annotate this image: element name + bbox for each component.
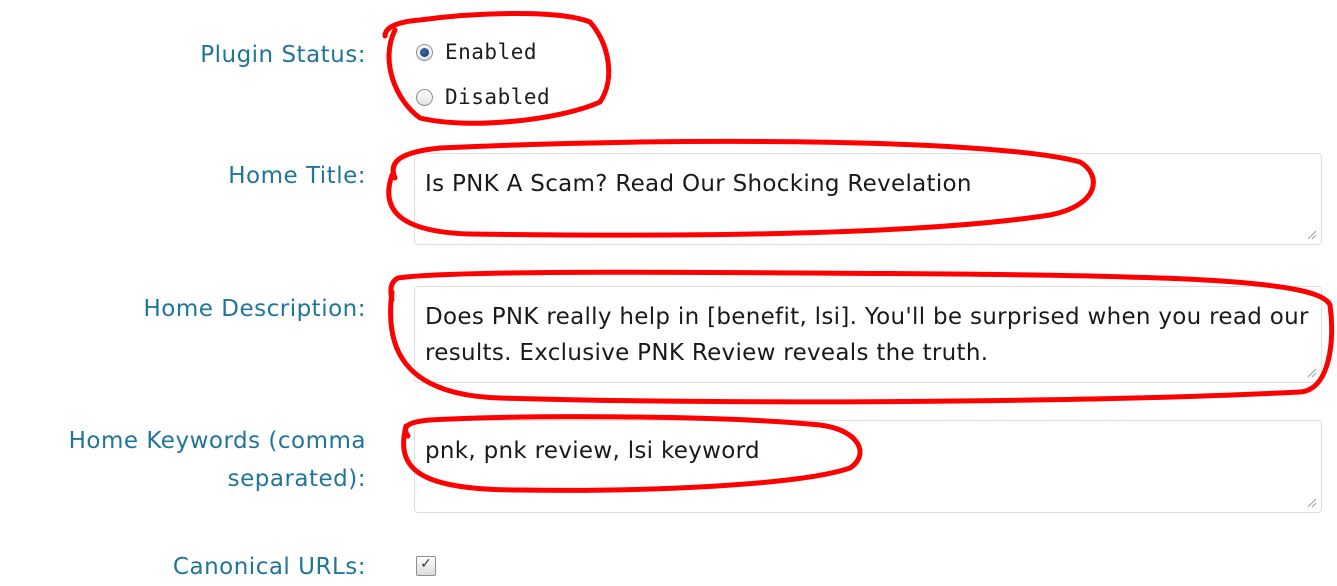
- home-description-value: Does PNK really help in [benefit, lsi]. …: [425, 304, 1309, 366]
- checkbox-icon[interactable]: ✓: [416, 556, 436, 576]
- home-title-value: Is PNK A Scam? Read Our Shocking Revelat…: [425, 171, 972, 197]
- home-title-textarea[interactable]: Is PNK A Scam? Read Our Shocking Revelat…: [414, 153, 1322, 245]
- radio-enabled-option[interactable]: Enabled: [416, 32, 537, 72]
- home-keywords-label-line2: separated):: [227, 466, 366, 492]
- radio-checked-icon[interactable]: [416, 43, 433, 61]
- home-title-label: Home Title:: [228, 163, 366, 189]
- home-keywords-textarea[interactable]: pnk, pnk review, lsi keyword: [414, 420, 1322, 513]
- canonical-urls-label: Canonical URLs:: [172, 554, 366, 580]
- home-keywords-label-line1: Home Keywords (comma: [68, 428, 366, 454]
- radio-disabled-option[interactable]: Disabled: [416, 77, 550, 117]
- home-keywords-value: pnk, pnk review, lsi keyword: [425, 438, 760, 464]
- resize-grip-icon[interactable]: [1305, 496, 1317, 508]
- radio-disabled-label[interactable]: Disabled: [445, 85, 550, 109]
- resize-grip-icon[interactable]: [1305, 366, 1317, 378]
- home-keywords-label: Home Keywords (comma separated):: [0, 422, 366, 498]
- plugin-status-label: Plugin Status:: [200, 42, 366, 68]
- radio-unchecked-icon[interactable]: [416, 88, 433, 106]
- home-description-textarea[interactable]: Does PNK really help in [benefit, lsi]. …: [414, 286, 1322, 383]
- radio-enabled-label[interactable]: Enabled: [445, 40, 537, 64]
- home-description-label: Home Description:: [143, 296, 366, 322]
- resize-grip-icon[interactable]: [1305, 228, 1317, 240]
